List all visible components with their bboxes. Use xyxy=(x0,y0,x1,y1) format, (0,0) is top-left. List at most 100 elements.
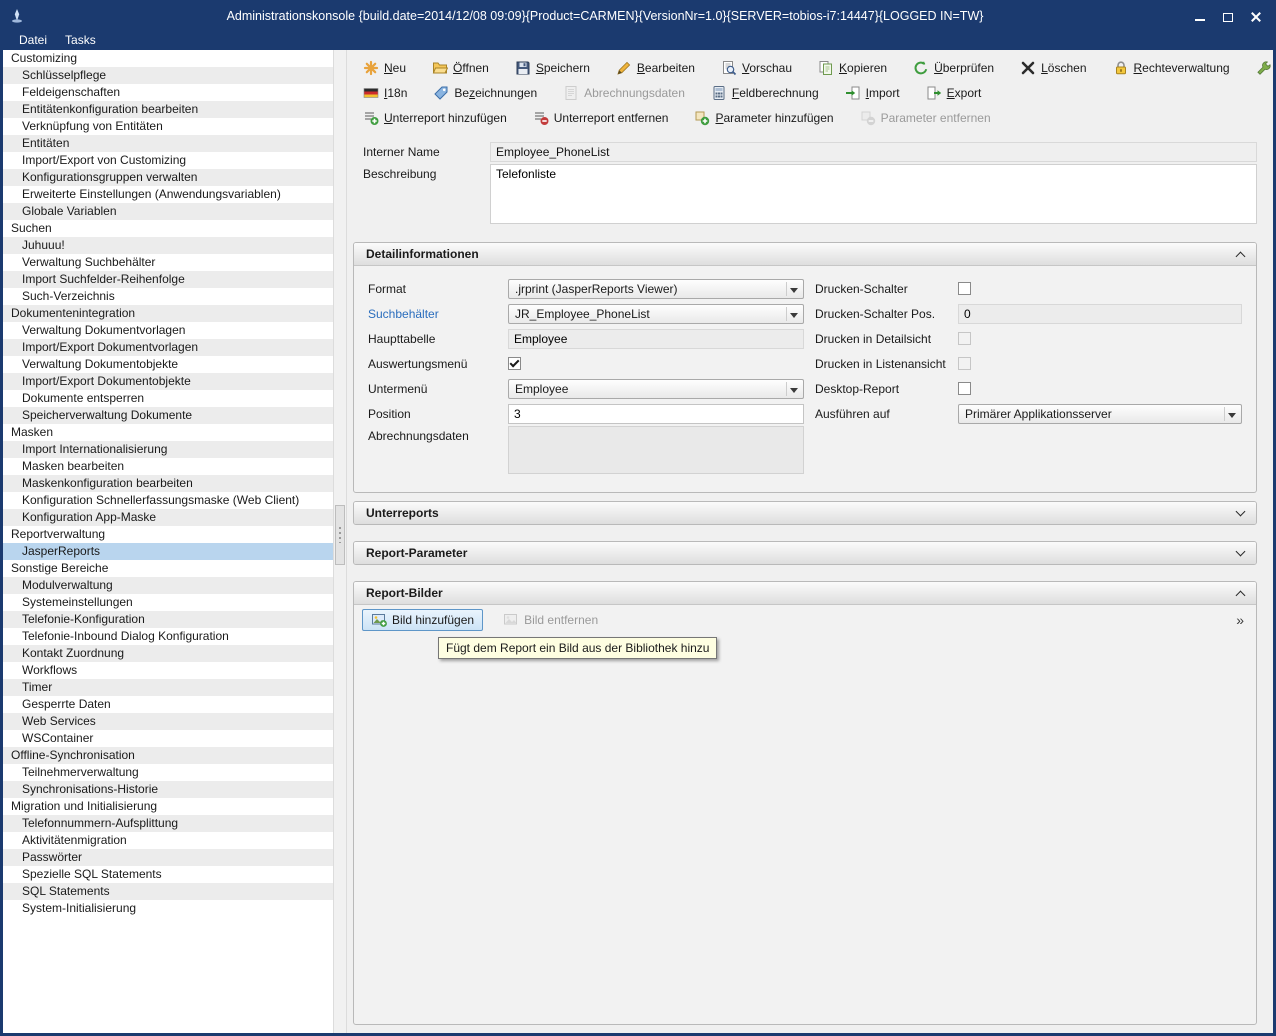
suchbehaelter-label[interactable]: Suchbehälter xyxy=(368,307,508,321)
drucken-schalter-pos-input[interactable] xyxy=(958,304,1242,324)
ausfuehren-auf-select[interactable]: Primärer Applikationsserver xyxy=(958,404,1242,424)
sidebar-item[interactable]: Customizing xyxy=(3,50,333,67)
sidebar-item[interactable]: Import/Export von Customizing xyxy=(3,152,333,169)
add-image-label: Bild hinzufügen xyxy=(392,613,474,627)
sidebar-scrollbar[interactable] xyxy=(333,50,347,1033)
import-button[interactable]: Import xyxy=(837,82,908,104)
sidebar-item[interactable]: Konfigurationsgruppen verwalten xyxy=(3,169,333,186)
sidebar-item[interactable]: Web Services xyxy=(3,713,333,730)
sidebar-item[interactable]: Kontakt Zuordnung xyxy=(3,645,333,662)
open-icon xyxy=(432,60,448,76)
unterreports-header[interactable]: Unterreports xyxy=(354,502,1256,524)
sidebar-item[interactable]: Offline-Synchronisation xyxy=(3,747,333,764)
add-image-button[interactable]: Bild hinzufügen xyxy=(362,609,483,631)
sidebar-item[interactable]: Teilnehmerverwaltung xyxy=(3,764,333,781)
drucken-schalter-checkbox[interactable] xyxy=(958,282,971,295)
sidebar-item[interactable]: Verwaltung Suchbehälter xyxy=(3,254,333,271)
export-icon xyxy=(926,85,942,101)
sidebar-item[interactable]: Sonstige Bereiche xyxy=(3,560,333,577)
untermenue-select[interactable]: Employee xyxy=(508,379,804,399)
sidebar-item[interactable]: System-Initialisierung xyxy=(3,900,333,917)
i18n-button[interactable]: I18n xyxy=(355,82,415,104)
field-calculation-button[interactable]: Feldberechnung xyxy=(703,82,827,104)
remove-subreport-button[interactable]: Unterreport entfernen xyxy=(525,107,677,129)
maximize-button[interactable] xyxy=(1217,7,1239,25)
sidebar-item[interactable]: Verknüpfung von Entitäten xyxy=(3,118,333,135)
sidebar-item[interactable]: Workflows xyxy=(3,662,333,679)
save-button[interactable]: Speichern xyxy=(507,57,598,79)
sidebar-item[interactable]: Verwaltung Dokumentobjekte xyxy=(3,356,333,373)
sidebar-item[interactable]: Systemeinstellungen xyxy=(3,594,333,611)
sidebar-item[interactable]: Globale Variablen xyxy=(3,203,333,220)
auswertungsmenue-checkbox[interactable] xyxy=(508,357,521,370)
sidebar-item[interactable]: Reportverwaltung xyxy=(3,526,333,543)
open-button[interactable]: Öffnen xyxy=(424,57,497,79)
sidebar-item[interactable]: Modulverwaltung xyxy=(3,577,333,594)
sidebar-item[interactable]: Such-Verzeichnis xyxy=(3,288,333,305)
edit-button[interactable]: Bearbeiten xyxy=(608,57,703,79)
sidebar-item[interactable]: Import/Export Dokumentvorlagen xyxy=(3,339,333,356)
scrollbar-thumb[interactable] xyxy=(335,505,345,565)
rights-button[interactable]: Rechteverwaltung xyxy=(1105,57,1238,79)
sidebar-item[interactable]: Juhuuu! xyxy=(3,237,333,254)
sidebar-item[interactable]: Import Internationalisierung xyxy=(3,441,333,458)
labels-button[interactable]: Bezeichnungen xyxy=(425,82,545,104)
sidebar-item[interactable]: Telefonie-Konfiguration xyxy=(3,611,333,628)
position-input[interactable] xyxy=(508,404,804,424)
new-button[interactable]: Neu xyxy=(355,57,414,79)
sidebar-item[interactable]: Gesperrte Daten xyxy=(3,696,333,713)
delete-button[interactable]: Löschen xyxy=(1012,57,1094,79)
sidebar-item[interactable]: Telefonnummern-Aufsplittung xyxy=(3,815,333,832)
detail-panel-header[interactable]: Detailinformationen xyxy=(354,243,1256,266)
sidebar-item[interactable]: JasperReports xyxy=(3,543,333,560)
sidebar-item[interactable]: Erweiterte Einstellungen (Anwendungsvari… xyxy=(3,186,333,203)
interner-name-input[interactable] xyxy=(490,142,1257,162)
drucken-listenansicht-label: Drucken in Listenansicht xyxy=(815,357,958,371)
report-parameter-header[interactable]: Report-Parameter xyxy=(354,542,1256,564)
abrechnungsdaten-label: Abrechnungsdaten xyxy=(368,426,508,443)
beschreibung-textarea[interactable]: Telefonliste xyxy=(490,164,1257,224)
verify-button[interactable]: Überprüfen xyxy=(905,57,1002,79)
minimize-button[interactable] xyxy=(1189,7,1211,25)
desktop-report-checkbox[interactable] xyxy=(958,382,971,395)
sidebar-item[interactable]: Feldeigenschaften xyxy=(3,84,333,101)
menu-tasks[interactable]: Tasks xyxy=(57,32,104,48)
sidebar-item[interactable]: Masken bearbeiten xyxy=(3,458,333,475)
sidebar-item[interactable]: Masken xyxy=(3,424,333,441)
toolbar-overflow-button[interactable]: » xyxy=(1232,612,1248,628)
sidebar-item[interactable]: Verwaltung Dokumentvorlagen xyxy=(3,322,333,339)
sidebar-item[interactable]: SQL Statements xyxy=(3,883,333,900)
auswertungsmenue-label: Auswertungsmenü xyxy=(368,357,508,371)
sidebar-item[interactable]: Import Suchfelder-Reihenfolge xyxy=(3,271,333,288)
sidebar-item[interactable]: Timer xyxy=(3,679,333,696)
export-button[interactable]: Export xyxy=(918,82,990,104)
sidebar-item[interactable]: Spezielle SQL Statements xyxy=(3,866,333,883)
sidebar-item[interactable]: Suchen xyxy=(3,220,333,237)
sidebar-item[interactable]: Entitäten xyxy=(3,135,333,152)
sidebar-item[interactable]: Entitätenkonfiguration bearbeiten xyxy=(3,101,333,118)
sidebar-item[interactable]: Schlüsselpflege xyxy=(3,67,333,84)
sidebar-item[interactable]: Maskenkonfiguration bearbeiten xyxy=(3,475,333,492)
sidebar-item[interactable]: Dokumente entsperren xyxy=(3,390,333,407)
add-parameter-button[interactable]: Parameter hinzufügen xyxy=(686,107,841,129)
sidebar-item[interactable]: Passwörter xyxy=(3,849,333,866)
close-button[interactable] xyxy=(1245,7,1267,25)
report-bilder-header[interactable]: Report-Bilder xyxy=(354,582,1256,605)
add-subreport-button[interactable]: Unterreport hinzufügen xyxy=(355,107,515,129)
repair-button[interactable]: Reparieren xyxy=(1248,57,1276,79)
suchbehaelter-select[interactable]: JR_Employee_PhoneList xyxy=(508,304,804,324)
sidebar-item[interactable]: Konfiguration Schnellerfassungsmaske (We… xyxy=(3,492,333,509)
menu-datei[interactable]: Datei xyxy=(11,32,55,48)
sidebar-item[interactable]: WSContainer xyxy=(3,730,333,747)
sidebar-item[interactable]: Migration und Initialisierung xyxy=(3,798,333,815)
sidebar-item[interactable]: Konfiguration App-Maske xyxy=(3,509,333,526)
sidebar-item[interactable]: Import/Export Dokumentobjekte xyxy=(3,373,333,390)
sidebar-item[interactable]: Dokumentenintegration xyxy=(3,305,333,322)
sidebar-item[interactable]: Aktivitätenmigration xyxy=(3,832,333,849)
sidebar-item[interactable]: Telefonie-Inbound Dialog Konfiguration xyxy=(3,628,333,645)
sidebar-item[interactable]: Synchronisations-Historie xyxy=(3,781,333,798)
format-select[interactable]: .jrprint (JasperReports Viewer) xyxy=(508,279,804,299)
sidebar-item[interactable]: Speicherverwaltung Dokumente xyxy=(3,407,333,424)
preview-button[interactable]: Vorschau xyxy=(713,57,800,79)
copy-button[interactable]: Kopieren xyxy=(810,57,895,79)
